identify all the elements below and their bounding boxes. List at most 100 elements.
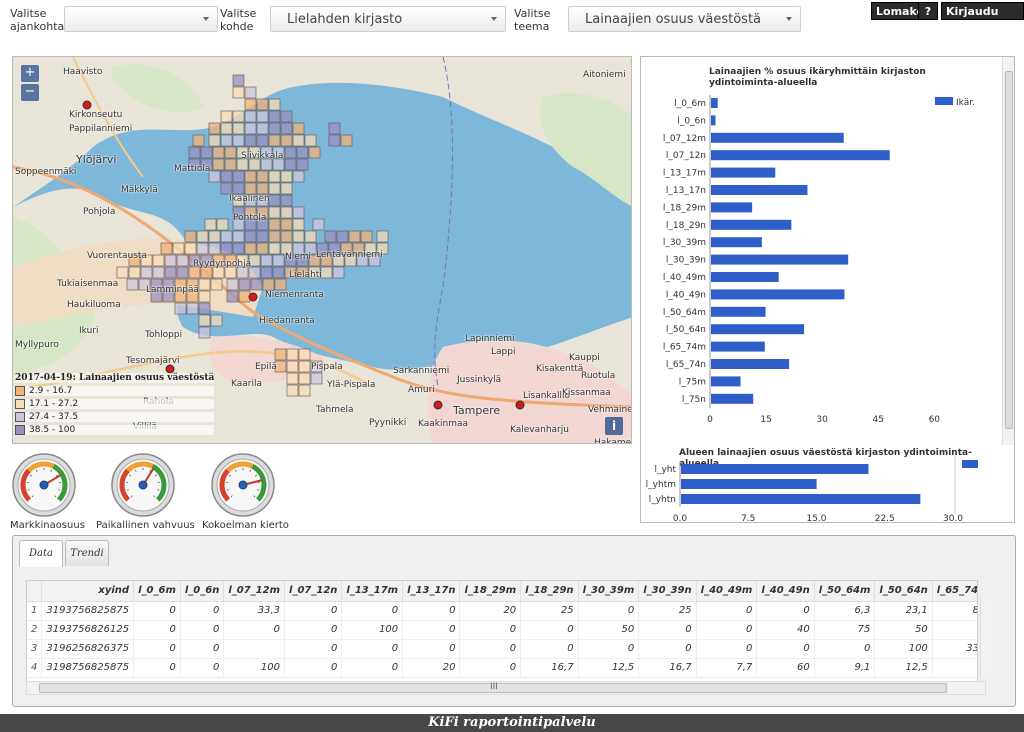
- grid-cell[interactable]: [284, 158, 297, 171]
- target-select[interactable]: Lielahden kirjasto: [270, 6, 506, 32]
- grid-cell[interactable]: [208, 242, 221, 255]
- grid-cell[interactable]: [212, 158, 225, 171]
- grid-cell[interactable]: [256, 230, 269, 243]
- grid-cell[interactable]: [238, 290, 251, 303]
- column-header[interactable]: l_0_6n: [180, 581, 225, 602]
- grid-cell[interactable]: [224, 146, 237, 159]
- info-icon[interactable]: i: [605, 417, 623, 435]
- grid-cell[interactable]: [268, 194, 281, 207]
- grid-cell[interactable]: [176, 254, 189, 267]
- library-marker-lielahti[interactable]: [248, 292, 258, 302]
- library-marker-tesoma[interactable]: [165, 364, 175, 374]
- grid-cell[interactable]: [220, 134, 233, 147]
- grid-cell[interactable]: [296, 158, 309, 171]
- grid-cell[interactable]: [196, 242, 209, 255]
- table-row[interactable]: 3319625682637500000000000010033,300: [27, 639, 977, 659]
- grid-cell[interactable]: [232, 86, 245, 99]
- grid-cell[interactable]: [184, 242, 197, 255]
- grid-cell[interactable]: [208, 122, 221, 135]
- grid-cell[interactable]: [232, 74, 245, 87]
- column-header[interactable]: l_13_17m: [341, 581, 404, 602]
- grid-cell[interactable]: [268, 122, 281, 135]
- grid-cell[interactable]: [280, 182, 293, 195]
- grid-cell[interactable]: [268, 98, 281, 111]
- grid-cell[interactable]: [244, 230, 257, 243]
- logout-button[interactable]: Kirjaudu ulos: [941, 2, 1024, 31]
- grid-cell[interactable]: [152, 254, 165, 267]
- grid-cell[interactable]: [256, 170, 269, 183]
- library-marker-lisankallio[interactable]: [515, 400, 525, 410]
- grid-cell[interactable]: [260, 254, 273, 267]
- grid-cell[interactable]: [280, 134, 293, 147]
- grid-cell[interactable]: [292, 134, 305, 147]
- grid-cell[interactable]: [292, 218, 305, 231]
- grid-cell[interactable]: [126, 278, 139, 291]
- grid-cell[interactable]: [226, 290, 239, 303]
- grid-cell[interactable]: [340, 134, 353, 147]
- grid-cell[interactable]: [336, 230, 349, 243]
- grid-cell[interactable]: [298, 372, 311, 385]
- grid-cell[interactable]: [304, 134, 317, 147]
- grid-cell[interactable]: [224, 158, 237, 171]
- grid-cell[interactable]: [332, 266, 345, 279]
- table-vscrollbar[interactable]: [980, 598, 992, 678]
- grid-cell[interactable]: [210, 314, 223, 327]
- grid-cell[interactable]: [164, 254, 177, 267]
- grid-cell[interactable]: [256, 182, 269, 195]
- grid-cell[interactable]: [208, 134, 221, 147]
- column-header[interactable]: l_18_29m: [459, 581, 522, 602]
- grid-cell[interactable]: [280, 110, 293, 123]
- grid-cell[interactable]: [286, 372, 299, 385]
- grid-cell[interactable]: [286, 348, 299, 361]
- grid-cell[interactable]: [286, 384, 299, 397]
- grid-cell[interactable]: [196, 230, 209, 243]
- grid-cell[interactable]: [244, 242, 257, 255]
- grid-cell[interactable]: [268, 110, 281, 123]
- period-select[interactable]: [64, 6, 218, 32]
- grid-cell[interactable]: [210, 278, 223, 291]
- column-header[interactable]: l_30_39n: [638, 581, 697, 602]
- grid-cell[interactable]: [308, 146, 321, 159]
- grid-cell[interactable]: [226, 278, 239, 291]
- grid-cell[interactable]: [220, 242, 233, 255]
- grid-cell[interactable]: [216, 218, 229, 231]
- grid-cell[interactable]: [268, 218, 281, 231]
- grid-cell[interactable]: [244, 86, 257, 99]
- grid-cell[interactable]: [116, 266, 129, 279]
- grid-cell[interactable]: [268, 206, 281, 219]
- grid-cell[interactable]: [280, 218, 293, 231]
- grid-cell[interactable]: [188, 146, 201, 159]
- grid-cell[interactable]: [140, 266, 153, 279]
- grid-cell[interactable]: [268, 170, 281, 183]
- grid-cell[interactable]: [244, 170, 257, 183]
- column-header[interactable]: l_07_12m: [223, 581, 286, 602]
- column-header[interactable]: l_40_49m: [696, 581, 758, 602]
- grid-cell[interactable]: [348, 230, 361, 243]
- column-header[interactable]: l_40_49n: [756, 581, 815, 602]
- grid-cell[interactable]: [198, 314, 211, 327]
- column-header[interactable]: l_07_12n: [284, 581, 343, 602]
- column-header[interactable]: l_65_74m: [932, 581, 977, 602]
- grid-cell[interactable]: [286, 360, 299, 373]
- grid-cell[interactable]: [256, 98, 269, 111]
- grid-cell[interactable]: [256, 110, 269, 123]
- grid-cell[interactable]: [280, 170, 293, 183]
- chart-scrollbar-thumb[interactable]: [1005, 71, 1013, 429]
- column-header[interactable]: xyind: [41, 581, 135, 602]
- grid-cell[interactable]: [220, 230, 233, 243]
- grid-cell[interactable]: [192, 134, 205, 147]
- grid-cell[interactable]: [152, 266, 165, 279]
- chart-scrollbar[interactable]: [1002, 57, 1014, 445]
- grid-cell[interactable]: [310, 372, 323, 385]
- grid-cell[interactable]: [184, 230, 197, 243]
- grid-cell[interactable]: [164, 266, 177, 279]
- grid-cell[interactable]: [296, 146, 309, 159]
- grid-cell[interactable]: [198, 278, 211, 291]
- grid-cell[interactable]: [328, 122, 341, 135]
- grid-cell[interactable]: [376, 230, 389, 243]
- grid-cell[interactable]: [298, 348, 311, 361]
- grid-cell[interactable]: [204, 218, 217, 231]
- grid-cell[interactable]: [244, 122, 257, 135]
- grid-cell[interactable]: [260, 266, 273, 279]
- grid-cell[interactable]: [274, 278, 287, 291]
